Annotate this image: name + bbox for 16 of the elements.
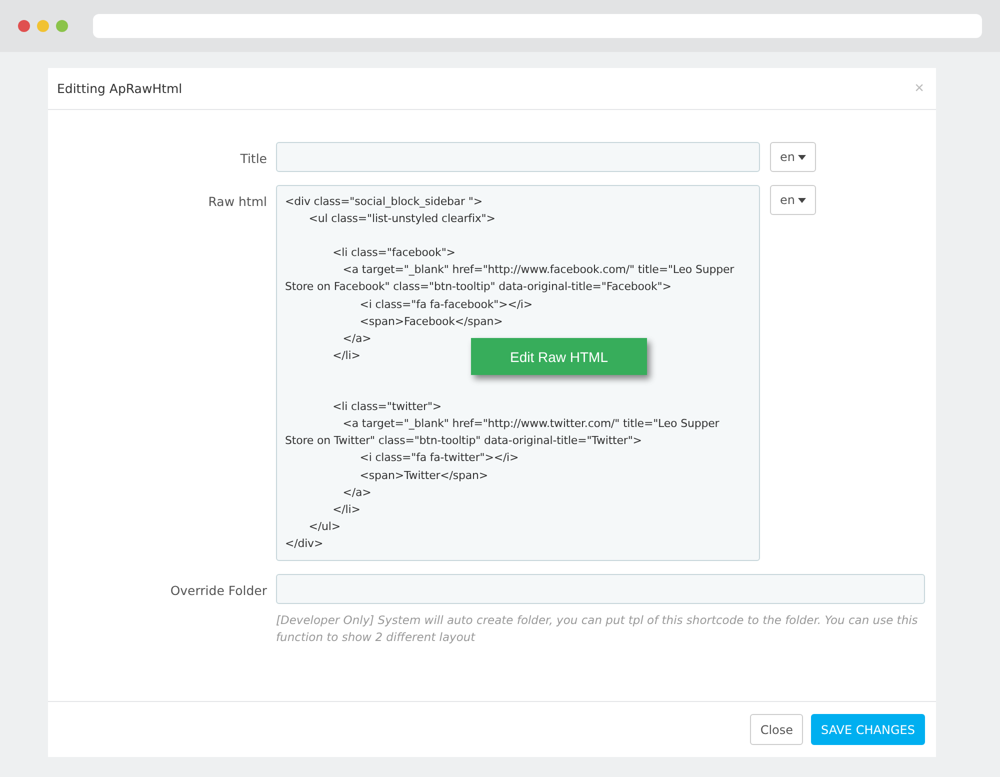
language-dropdown[interactable]: en <box>770 185 816 215</box>
field-label: Raw html <box>207 193 267 211</box>
address-bar[interactable] <box>93 14 982 38</box>
field-label: Title <box>239 150 267 168</box>
caret-icon <box>798 198 806 202</box>
text-input[interactable] <box>276 574 925 604</box>
caret-icon <box>798 154 806 160</box>
field-label: Override Folder <box>169 582 267 600</box>
help-text: [Developer Only] System will auto create folder, you can put tpl of this shortcode to the folder. You can use this function to show 2 different layout <box>276 612 919 646</box>
modal-title: Editting ApRawHtml <box>57 81 182 96</box>
language-dropdown[interactable]: en <box>770 142 816 172</box>
maximize-window-icon[interactable] <box>56 20 68 32</box>
minimize-window-icon[interactable] <box>37 20 49 32</box>
text-input[interactable] <box>276 142 760 172</box>
close-window-icon[interactable] <box>18 20 30 32</box>
close-button[interactable]: Close <box>750 714 804 745</box>
